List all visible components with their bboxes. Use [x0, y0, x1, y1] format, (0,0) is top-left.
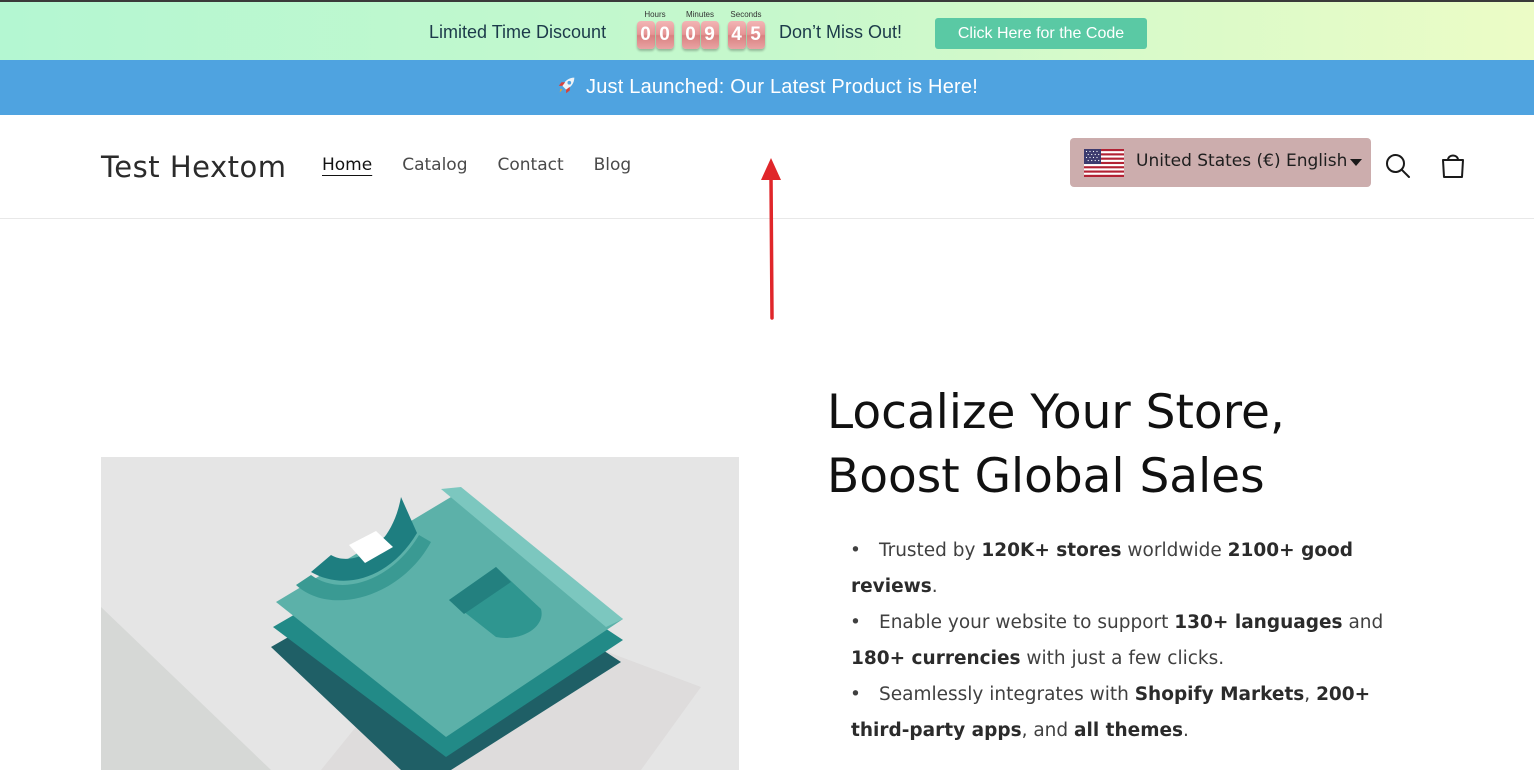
- caret-down-icon: [1350, 159, 1362, 166]
- main-nav: Home Catalog Contact Blog: [322, 155, 631, 175]
- minutes-label: Minutes: [685, 10, 714, 19]
- hero-heading-line2: Boost Global Sales: [827, 449, 1265, 504]
- red-arrow-annotation: [761, 158, 781, 320]
- seconds-label: Seconds: [730, 10, 762, 19]
- countdown-minutes: Minutes 0 9: [680, 10, 720, 49]
- seconds-digit: 5: [746, 21, 765, 49]
- announcement-text: Just Launched: Our Latest Product is Her…: [586, 76, 978, 98]
- hero-heading-line1: Localize Your Store,: [827, 385, 1285, 440]
- countdown-hours: Hours 0 0: [635, 10, 675, 49]
- cart-icon[interactable]: [1438, 150, 1468, 180]
- countdown-left-text: Limited Time Discount: [429, 22, 607, 42]
- list-item: • Enable your website to support 130+ lan…: [850, 612, 1384, 669]
- hours-label: Hours: [644, 10, 666, 19]
- hero-image: [101, 457, 739, 770]
- rocket-icon: [558, 77, 575, 94]
- search-icon[interactable]: [1384, 152, 1412, 180]
- announcement-content: Just Launched: Our Latest Product is Her…: [556, 76, 978, 98]
- hero-heading: Localize Your Store, Boost Global Sales: [827, 381, 1285, 509]
- locale-selector[interactable]: United States (€) English: [1070, 138, 1371, 187]
- hero-bullet-list: • Trusted by 120K+ stores worldwide 2100+…: [850, 533, 1411, 749]
- list-item: • Trusted by 120K+ stores worldwide 2100+…: [850, 540, 1353, 597]
- nav-blog[interactable]: Blog: [594, 155, 632, 175]
- us-flag-icon: [1084, 149, 1124, 177]
- folded-shirts-illustration: [101, 457, 739, 770]
- locale-label: United States (€) English: [1136, 151, 1348, 171]
- announcement-bar[interactable]: Just Launched: Our Latest Product is Her…: [0, 60, 1534, 115]
- seconds-digit: 4: [727, 21, 746, 49]
- nav-home[interactable]: Home: [322, 155, 372, 175]
- nav-catalog[interactable]: Catalog: [402, 155, 467, 175]
- hours-digit: 0: [636, 21, 655, 49]
- nav-contact[interactable]: Contact: [498, 155, 564, 175]
- countdown-right-text: Don’t Miss Out!: [779, 22, 903, 42]
- list-item: • Seamlessly integrates with Shopify Mark…: [850, 684, 1371, 741]
- get-code-button[interactable]: Click Here for the Code: [935, 18, 1147, 49]
- minutes-digit: 9: [700, 21, 719, 49]
- minutes-digit: 0: [681, 21, 700, 49]
- hours-digit: 0: [655, 21, 674, 49]
- store-logo[interactable]: Test Hextom: [101, 150, 287, 184]
- countdown-seconds: Seconds 4 5: [726, 10, 766, 49]
- countdown-bar: Limited Time Discount Hours 0 0 Minutes …: [0, 0, 1534, 60]
